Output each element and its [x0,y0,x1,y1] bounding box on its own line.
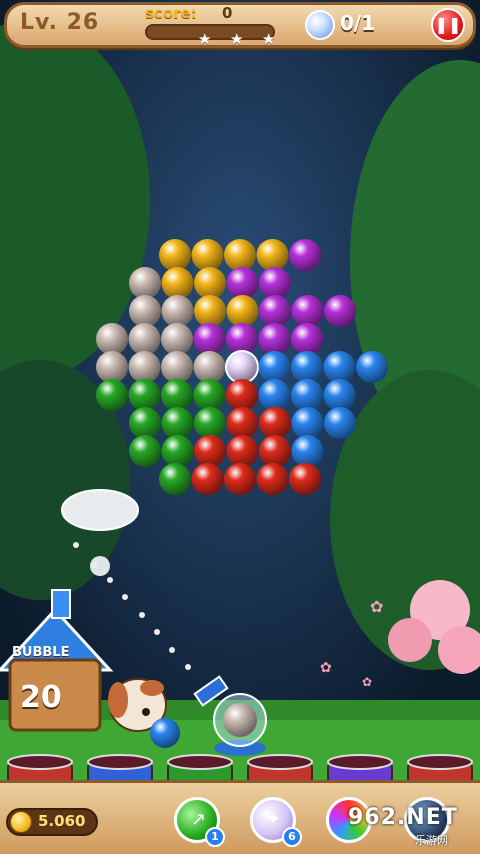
bubble-cluster [96,239,388,495]
bubble-white [128,323,161,355]
bubble-purple [193,323,226,355]
bubble-red [289,463,321,495]
bubble-purple [291,323,323,355]
watermark-logo: 962.NET [348,805,458,830]
bubble-blue [291,435,324,467]
next-bubble[interactable] [150,718,180,748]
puppy-character [108,678,180,748]
bubble-purple [259,267,291,299]
aim-cloud [61,489,139,531]
coins-value: 5.060 [38,812,86,830]
bubble-red [259,407,291,439]
bubble-jar-rim [327,754,393,770]
bubble-blue [323,379,356,411]
aim-dot [122,594,128,600]
bubble-blue [258,351,291,383]
bubble-red [191,463,224,495]
aim-dot [92,562,98,568]
bubble-yellow [159,239,191,271]
bubble-white [193,351,226,383]
bubble-green [96,379,128,411]
bubble-yellow [224,239,256,271]
bubble-red [259,435,291,467]
bubble-yellow [161,267,194,299]
sparkle-icon: ✦ [266,809,282,830]
bubble-red [224,463,256,495]
bubble-blue [324,407,356,439]
bubble-red [256,463,289,495]
aim-arrow-icon: ↗ [191,809,207,830]
aim-dot [107,577,113,583]
bubble-yellow [256,239,289,271]
bubble-jar-rim [167,754,233,770]
bubble-blue [323,351,356,383]
bubble-red [194,435,226,467]
svg-text:✿: ✿ [320,660,332,676]
bubble-purple [324,295,356,327]
bubble-white [96,323,128,355]
bubble-jar-rim [247,754,313,770]
bubble-white [161,295,194,327]
loaded-bubble [223,703,257,737]
svg-text:✿: ✿ [362,675,372,689]
bubble-blue [258,379,291,411]
bubble-purple [291,295,324,327]
bubble-white [129,267,161,299]
remaining-shots-count: 20 [20,680,62,715]
bubble-cannon[interactable] [193,675,267,756]
bubble-green [159,463,191,495]
aim-dot [73,542,79,548]
bubble-purple [226,267,259,299]
paw-coin-icon [10,811,32,833]
puppy-ear [108,682,128,718]
bubble-white [129,295,161,327]
bubble-green [161,407,194,439]
bubble-white [161,323,193,355]
bubble-purple [289,239,321,271]
bubble-green [129,435,161,467]
bubble-white [161,351,193,383]
bubble-green [193,379,226,411]
bubble-white [96,351,128,383]
svg-text:✿: ✿ [370,597,383,616]
bubble-blue [356,351,388,383]
puppy-patch [140,680,164,696]
target-bubble [225,350,259,384]
bubble-red [226,407,259,439]
bubble-blue [291,379,323,411]
watermark-subtitle: 乐游网 [415,834,448,847]
bubble-yellow [194,267,226,299]
bubble-blue [291,351,323,383]
play-field[interactable]: ✿ ✿ ✿ [0,0,480,854]
bubble-jar-rim [7,754,73,770]
house-sign: BUBBLE [12,645,70,660]
aim-dot [139,612,145,618]
bubble-jar-rim [87,754,153,770]
aim-dot [154,629,160,635]
blossom-tree: ✿ ✿ ✿ [320,580,480,689]
bubble-yellow [191,239,224,271]
bubble-white [128,351,161,383]
bubble-blue [291,407,324,439]
booster-bomb-count: 6 [282,827,302,847]
bubble-red [226,435,259,467]
bubble-red [226,379,258,411]
house-chimney [51,589,71,619]
game-screen[interactable]: Lv. 26 score: 0 ★ ★ ★ 0/1 ❚❚ ✿ ✿ ✿ BUBBL… [0,0,480,854]
bubble-purple [258,323,291,355]
bubble-green [194,407,226,439]
bubble-green [128,379,161,411]
aim-dot [185,664,191,670]
bubble-purple [259,295,291,327]
bubble-green [161,435,194,467]
bubble-green [161,379,193,411]
booster-aim-count: 1 [205,827,225,847]
bubble-yellow [194,295,226,327]
bubble-green [129,407,161,439]
aim-dot [169,647,175,653]
puppy-nose [142,708,150,716]
bubble-jar-rim [407,754,473,770]
bubble-yellow [226,295,259,327]
